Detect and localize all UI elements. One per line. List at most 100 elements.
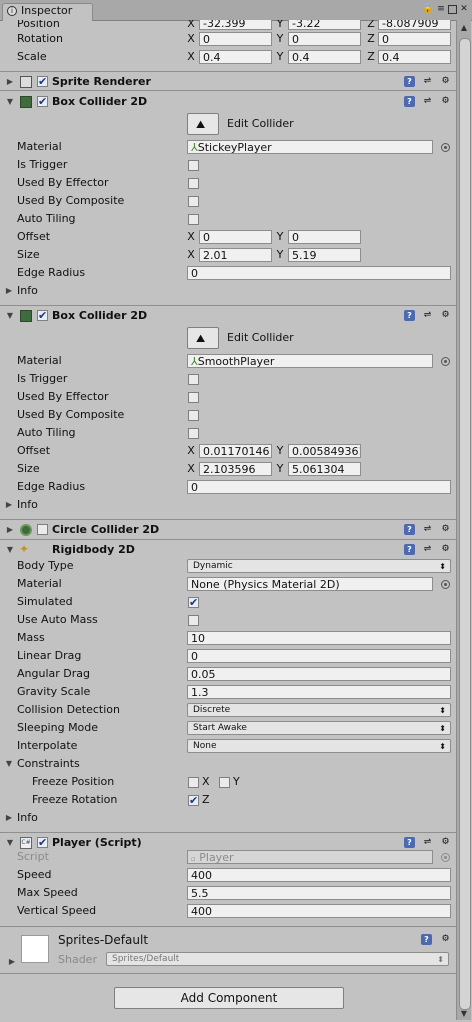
object-picker-icon[interactable] <box>441 143 450 152</box>
used-by-effector-checkbox[interactable] <box>188 392 199 403</box>
is-trigger-checkbox[interactable] <box>188 374 199 385</box>
foldout-collapsed-icon[interactable]: ▶ <box>6 526 14 534</box>
max-speed-field[interactable]: 5.5 <box>187 886 451 900</box>
used-by-composite-checkbox[interactable] <box>188 410 199 421</box>
lock-icon[interactable]: 🔒 <box>422 4 433 14</box>
constraints-label[interactable]: Constraints <box>17 756 80 772</box>
gear-icon[interactable]: ⚙ <box>440 934 451 945</box>
size-y-field[interactable]: 5.19 <box>288 248 361 262</box>
sprite-renderer-title[interactable]: Sprite Renderer <box>52 74 151 90</box>
angular-drag-field[interactable]: 0.05 <box>187 667 451 681</box>
interpolate-dropdown[interactable]: None ⬍ <box>187 739 451 753</box>
player-script-enabled-checkbox[interactable]: ✔ <box>37 837 48 848</box>
use-auto-mass-checkbox[interactable] <box>188 615 199 626</box>
box-collider-2-title[interactable]: Box Collider 2D <box>52 308 147 324</box>
box-collider-1-enabled-checkbox[interactable]: ✔ <box>37 96 48 107</box>
help-icon[interactable]: ? <box>404 524 415 535</box>
physics-material-field[interactable]: None (Physics Material 2D) <box>187 577 433 591</box>
offset-y-field[interactable]: 0 <box>288 230 361 244</box>
scale-z-field[interactable]: 0.4 <box>378 50 451 64</box>
mass-field[interactable]: 10 <box>187 631 451 645</box>
speed-field[interactable]: 400 <box>187 868 451 882</box>
rigidbody-title[interactable]: Rigidbody 2D <box>52 542 135 558</box>
foldout-collapsed-icon[interactable]: ▶ <box>5 287 13 295</box>
gear-icon[interactable]: ⚙ <box>440 76 451 87</box>
freeze-rotation-z-checkbox[interactable]: ✔ <box>188 795 199 806</box>
object-picker-icon[interactable] <box>441 357 450 366</box>
foldout-expanded-icon[interactable]: ▼ <box>6 98 14 106</box>
used-by-effector-checkbox[interactable] <box>188 178 199 189</box>
rotation-y-field[interactable]: 0 <box>288 32 361 46</box>
scrollbar-thumb[interactable] <box>459 38 471 1010</box>
is-trigger-checkbox[interactable] <box>188 160 199 171</box>
close-icon[interactable]: ✕ <box>459 4 469 14</box>
material-field[interactable]: ⅄SmoothPlayer <box>187 354 433 368</box>
edge-radius-field[interactable]: 0 <box>187 266 451 280</box>
gravity-scale-field[interactable]: 1.3 <box>187 685 451 699</box>
vertical-speed-field[interactable]: 400 <box>187 904 451 918</box>
foldout-collapsed-icon[interactable]: ▶ <box>5 501 13 509</box>
player-script-title[interactable]: Player (Script) <box>52 835 142 851</box>
scale-y-field[interactable]: 0.4 <box>288 50 361 64</box>
object-picker-icon[interactable] <box>441 580 450 589</box>
help-icon[interactable]: ? <box>421 934 432 945</box>
edge-radius-field[interactable]: 0 <box>187 480 451 494</box>
size-x-field[interactable]: 2.103596 <box>199 462 272 476</box>
foldout-expanded-icon[interactable]: ▼ <box>6 546 14 554</box>
gear-icon[interactable]: ⚙ <box>440 310 451 321</box>
scale-x-field[interactable]: 0.4 <box>199 50 272 64</box>
auto-tiling-checkbox[interactable] <box>188 428 199 439</box>
gear-icon[interactable]: ⚙ <box>440 544 451 555</box>
help-icon[interactable]: ? <box>404 96 415 107</box>
menu-icon[interactable]: ≡ <box>436 4 446 14</box>
circle-collider-enabled-checkbox[interactable] <box>37 524 48 535</box>
foldout-collapsed-icon[interactable]: ▶ <box>8 958 16 966</box>
foldout-expanded-icon[interactable]: ▼ <box>6 312 14 320</box>
preset-sliders-icon[interactable]: ⇌ <box>422 544 433 555</box>
preset-sliders-icon[interactable]: ⇌ <box>422 524 433 535</box>
info-label[interactable]: Info <box>17 283 38 299</box>
used-by-composite-checkbox[interactable] <box>188 196 199 207</box>
foldout-collapsed-icon[interactable]: ▶ <box>5 814 13 822</box>
gear-icon[interactable]: ⚙ <box>440 524 451 535</box>
preset-sliders-icon[interactable]: ⇌ <box>422 837 433 848</box>
simulated-checkbox[interactable]: ✔ <box>188 597 199 608</box>
gear-icon[interactable]: ⚙ <box>440 96 451 107</box>
help-icon[interactable]: ? <box>404 310 415 321</box>
gear-icon[interactable]: ⚙ <box>440 837 451 848</box>
offset-x-field[interactable]: 0 <box>199 230 272 244</box>
sleeping-mode-dropdown[interactable]: Start Awake ⬍ <box>187 721 451 735</box>
maximize-icon[interactable] <box>448 5 457 14</box>
add-component-button[interactable]: Add Component <box>114 987 344 1009</box>
foldout-expanded-icon[interactable]: ▼ <box>5 760 13 768</box>
foldout-collapsed-icon[interactable]: ▶ <box>6 78 14 86</box>
sprite-renderer-enabled-checkbox[interactable]: ✔ <box>37 76 48 87</box>
size-x-field[interactable]: 2.01 <box>199 248 272 262</box>
material-field[interactable]: ⅄StickeyPlayer <box>187 140 433 154</box>
scroll-down-arrow-icon[interactable]: ▼ <box>458 1008 470 1020</box>
info-label[interactable]: Info <box>17 497 38 513</box>
help-icon[interactable]: ? <box>404 544 415 555</box>
rotation-z-field[interactable]: 0 <box>378 32 451 46</box>
freeze-position-y-checkbox[interactable] <box>219 777 230 788</box>
help-icon[interactable]: ? <box>404 837 415 848</box>
scroll-up-arrow-icon[interactable]: ▲ <box>458 22 470 34</box>
preset-sliders-icon[interactable]: ⇌ <box>422 96 433 107</box>
size-y-field[interactable]: 5.061304 <box>288 462 361 476</box>
auto-tiling-checkbox[interactable] <box>188 214 199 225</box>
circle-collider-title[interactable]: Circle Collider 2D <box>52 522 159 538</box>
info-label[interactable]: Info <box>17 810 38 826</box>
collision-detection-dropdown[interactable]: Discrete ⬍ <box>187 703 451 717</box>
body-type-dropdown[interactable]: Dynamic ⬍ <box>187 559 451 573</box>
foldout-expanded-icon[interactable]: ▼ <box>6 839 14 847</box>
freeze-position-x-checkbox[interactable] <box>188 777 199 788</box>
rotation-x-field[interactable]: 0 <box>199 32 272 46</box>
box-collider-2-enabled-checkbox[interactable]: ✔ <box>37 310 48 321</box>
preset-sliders-icon[interactable]: ⇌ <box>422 310 433 321</box>
help-icon[interactable]: ? <box>404 76 415 87</box>
preset-sliders-icon[interactable]: ⇌ <box>422 76 433 87</box>
shader-dropdown[interactable]: Sprites/Default ⬍ <box>106 952 449 966</box>
linear-drag-field[interactable]: 0 <box>187 649 451 663</box>
box-collider-1-title[interactable]: Box Collider 2D <box>52 94 147 110</box>
offset-x-field[interactable]: 0.01170146 <box>199 444 272 458</box>
